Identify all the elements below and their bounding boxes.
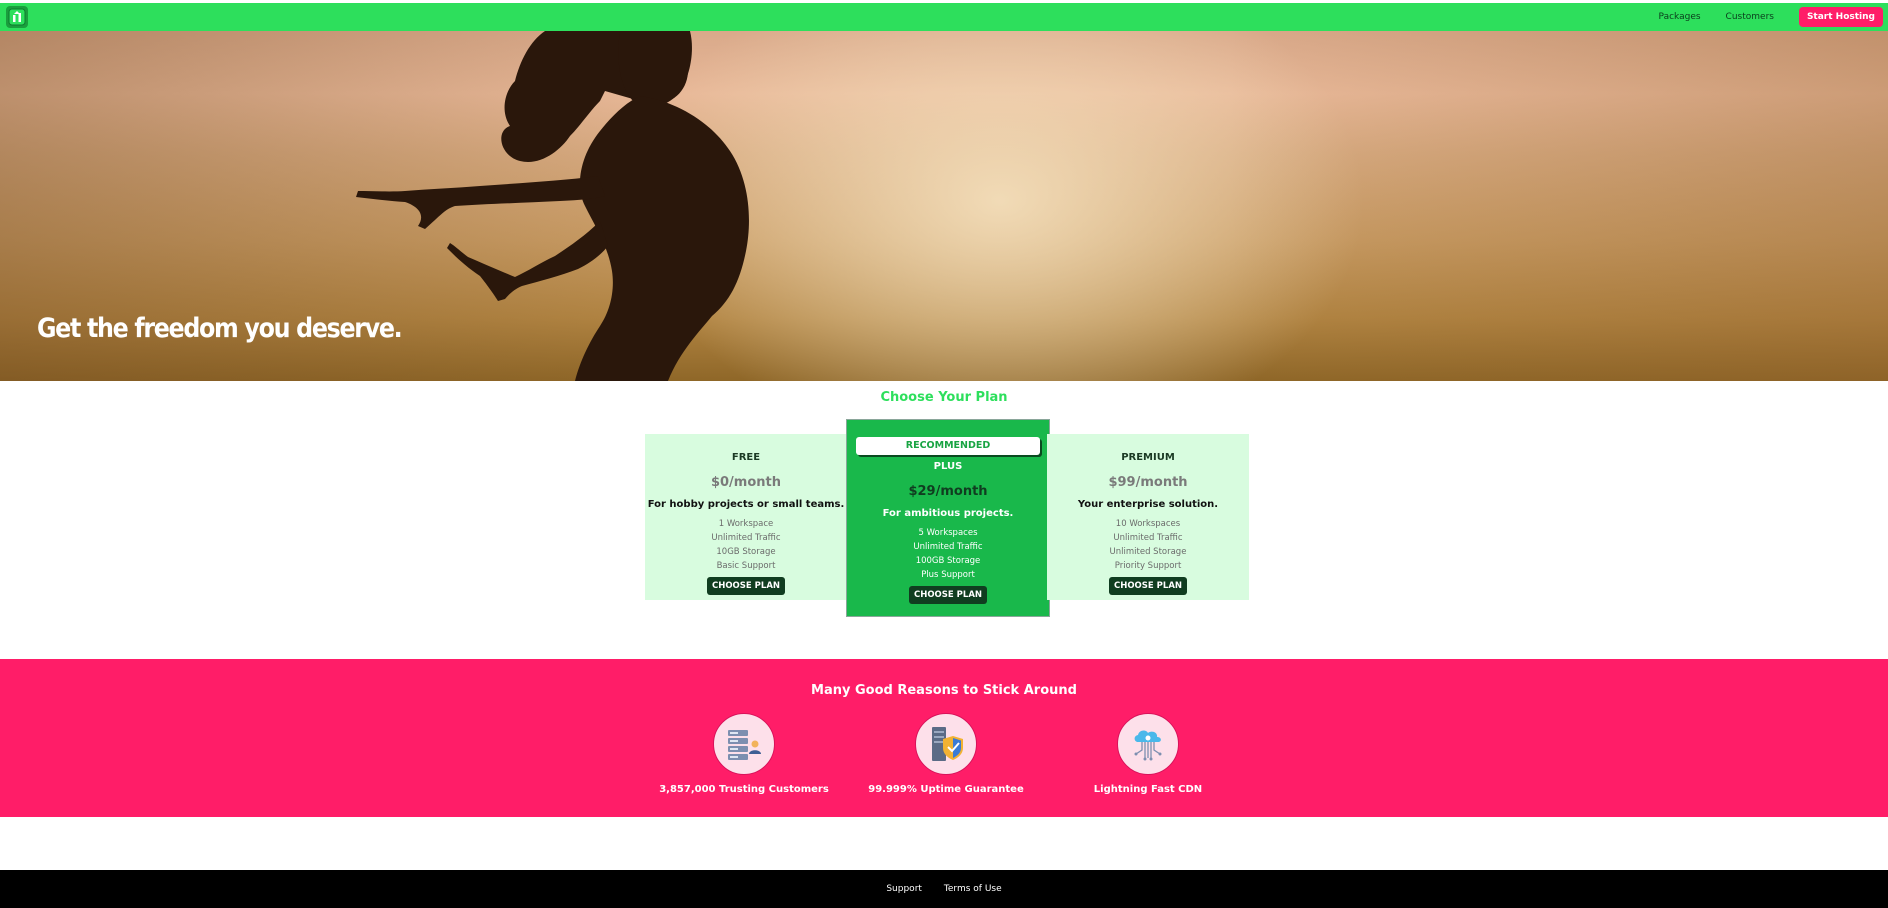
plan-feature: 100GB Storage <box>915 556 981 566</box>
footer: Support Terms of Use <box>0 870 1888 908</box>
plan-card-premium: PREMIUM $99/month Your enterprise soluti… <box>1047 434 1249 600</box>
plan-feature: 10GB Storage <box>716 547 776 557</box>
reason-label: 99.999% Uptime Guarantee <box>868 784 1024 795</box>
plan-feature: Basic Support <box>716 561 776 571</box>
plan-feature: Unlimited Traffic <box>913 542 983 552</box>
choose-plan-premium-button[interactable]: CHOOSE PLAN <box>1108 577 1188 595</box>
reason-item-customers: 3,857,000 Trusting Customers <box>644 713 844 795</box>
customers-server-icon <box>713 713 775 775</box>
plan-description: Your enterprise solution. <box>1077 499 1219 510</box>
reason-item-uptime: 99.999% Uptime Guarantee <box>846 713 1046 795</box>
top-navbar: Packages Customers Start Hosting <box>0 3 1888 31</box>
nav-link-packages[interactable]: Packages <box>1659 12 1701 22</box>
reason-item-cdn: Lightning Fast CDN <box>1048 713 1248 795</box>
plan-description: For hobby projects or small teams. <box>647 499 845 510</box>
plan-feature-list: 5 Workspaces Unlimited Traffic 100GB Sto… <box>847 526 1049 582</box>
choose-plan-plus-button[interactable]: CHOOSE PLAN <box>908 586 988 604</box>
plan-feature: Plus Support <box>921 570 975 580</box>
plan-feature: 1 Workspace <box>718 519 774 529</box>
plan-feature: Unlimited Storage <box>1109 547 1187 557</box>
recommended-badge: RECOMMENDED <box>856 437 1040 455</box>
plan-price: $0/month <box>710 475 782 490</box>
cloud-network-icon <box>1117 713 1179 775</box>
nav-link-customers[interactable]: Customers <box>1726 12 1774 22</box>
reason-label: Lightning Fast CDN <box>1093 784 1203 795</box>
plan-feature: Unlimited Traffic <box>1113 533 1183 543</box>
plan-name: FREE <box>731 452 761 463</box>
reason-label: 3,857,000 Trusting Customers <box>659 784 829 795</box>
plan-card-free: FREE $0/month For hobby projects or smal… <box>645 434 847 600</box>
footer-link-terms[interactable]: Terms of Use <box>944 884 1002 894</box>
plan-name: PREMIUM <box>1121 452 1175 463</box>
choose-plan-free-button[interactable]: CHOOSE PLAN <box>706 577 786 595</box>
hero-banner: Get the freedom you deserve. <box>0 31 1888 381</box>
plan-feature: Priority Support <box>1114 561 1182 571</box>
plan-feature: 10 Workspaces <box>1115 519 1181 529</box>
reasons-section-title: Many Good Reasons to Stick Around <box>811 683 1077 698</box>
hero-headline: Get the freedom you deserve. <box>37 313 403 344</box>
plan-price: $99/month <box>1108 475 1188 490</box>
start-hosting-button[interactable]: Start Hosting <box>1798 7 1883 27</box>
plan-price: $29/month <box>908 484 988 499</box>
plan-feature: Unlimited Traffic <box>711 533 781 543</box>
plans-section-title: Choose Your Plan <box>880 390 1008 405</box>
footer-link-support[interactable]: Support <box>886 884 922 894</box>
plan-description: For ambitious projects. <box>882 508 1014 519</box>
main-nav: Packages Customers Start Hosting <box>1659 3 1888 31</box>
plan-feature: 5 Workspaces <box>918 528 978 538</box>
plan-name: PLUS <box>933 461 963 472</box>
plan-feature-list: 10 Workspaces Unlimited Traffic Unlimite… <box>1047 517 1249 573</box>
plan-feature-list: 1 Workspace Unlimited Traffic 10GB Stora… <box>645 517 847 573</box>
reasons-section: Many Good Reasons to Stick Around 3,857,… <box>0 659 1888 817</box>
hosting-logo-icon[interactable] <box>6 6 28 28</box>
shield-server-icon <box>915 713 977 775</box>
plan-card-plus: RECOMMENDED PLUS $29/month For ambitious… <box>847 420 1049 616</box>
